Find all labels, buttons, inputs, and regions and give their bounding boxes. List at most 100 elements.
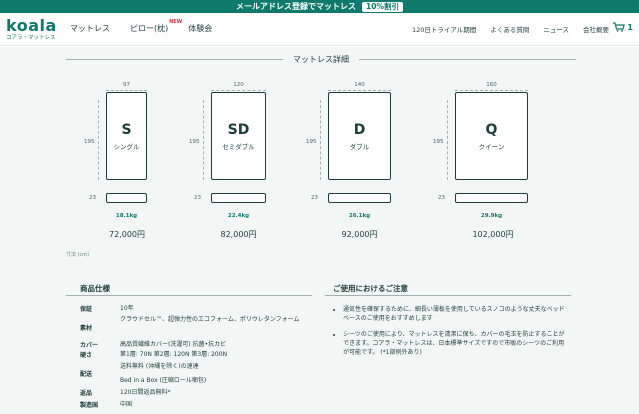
divider bbox=[66, 295, 312, 296]
cart-button[interactable]: 1 bbox=[613, 22, 633, 32]
size-name: クイーン bbox=[478, 142, 505, 151]
price-label: 92,000円 bbox=[341, 230, 378, 239]
dimension-line bbox=[203, 100, 204, 180]
dimension-line bbox=[211, 90, 266, 91]
mattress-thickness bbox=[455, 193, 528, 203]
spec-value: 10年 bbox=[120, 305, 134, 312]
width-dimension: 97 bbox=[106, 82, 147, 92]
section-title: マットレス詳細 bbox=[293, 54, 349, 64]
dimension-line bbox=[98, 100, 99, 180]
spec-row: 硬さ 第1層: 70N 第2層: 120N 第3層: 200N bbox=[80, 350, 335, 359]
size-card-queen: 160 195 Q クイーン 23 29.9kg 102,000円 bbox=[433, 82, 553, 242]
spec-key: 素材 bbox=[80, 325, 93, 332]
weight-label: 22.4kg bbox=[227, 213, 250, 219]
price-label: 82,000円 bbox=[220, 230, 257, 239]
spec-value: Bed in a Box (圧縮ロール梱包) bbox=[120, 377, 207, 384]
mattress-thickness bbox=[106, 193, 147, 203]
spec-key: 硬さ bbox=[80, 352, 93, 359]
length-label: 195 bbox=[306, 139, 317, 145]
nav-item-mattress[interactable]: マットレス bbox=[70, 23, 110, 34]
dimension-line bbox=[106, 90, 147, 91]
width-dimension: 140 bbox=[328, 82, 391, 92]
weight-label: 29.9kg bbox=[480, 213, 503, 219]
size-name: シングル bbox=[113, 142, 140, 151]
dimension-line bbox=[447, 100, 448, 180]
spec-value: 高品質繊維カバー(洗濯可) 抗菌•抗カビ bbox=[120, 341, 227, 348]
dimension-line bbox=[320, 100, 321, 180]
spec-row: 製造国 中国 bbox=[80, 400, 335, 409]
price-label: 72,000円 bbox=[109, 230, 145, 239]
nav-item-news[interactable]: ニュース bbox=[543, 24, 569, 34]
length-label: 195 bbox=[84, 139, 95, 145]
spec-row: 素材 クラウドセル™、超弾力性のエコフォーム、ポリウレタンフォーム bbox=[80, 315, 335, 332]
nav-item-experience[interactable]: 体験会 bbox=[188, 23, 212, 34]
section-heading: マットレス詳細 bbox=[66, 50, 576, 68]
main-nav: マットレス ピロー(枕) NEW 体験会 bbox=[70, 19, 212, 34]
weight-label: 26.1kg bbox=[348, 213, 371, 219]
size-code: D bbox=[353, 121, 366, 138]
nav-item-trial[interactable]: 120日トライアル期間 bbox=[412, 24, 476, 34]
mattress-thickness bbox=[328, 193, 391, 203]
spec-value: 第1層: 70N 第2層: 120N 第3層: 200N bbox=[120, 351, 228, 358]
size-card-double: 140 195 D ダブル 23 26.1kg 92,000円 bbox=[306, 82, 416, 242]
divider bbox=[325, 295, 571, 296]
size-card-single: 97 195 S シングル 23 18.1kg 72,000円 bbox=[84, 82, 164, 242]
length-label: 195 bbox=[433, 139, 444, 145]
height-label: 23 bbox=[311, 195, 318, 201]
width-dimension: 120 bbox=[211, 82, 266, 92]
site-header: koala コアラ・マットレス マットレス ピロー(枕) NEW 体験会 120… bbox=[0, 13, 639, 46]
logo-subtitle: コアラ・マットレス bbox=[6, 35, 56, 41]
size-code: SD bbox=[227, 121, 250, 138]
dimension-line bbox=[455, 90, 528, 91]
width-label: 140 bbox=[354, 82, 365, 88]
size-code: S bbox=[121, 121, 132, 138]
nav-item-pillow[interactable]: ピロー(枕) NEW bbox=[130, 19, 182, 34]
spec-value: クラウドセル™、超弾力性のエコフォーム、ポリウレタンフォーム bbox=[120, 316, 300, 323]
price-label: 102,000円 bbox=[472, 230, 514, 239]
height-label: 23 bbox=[194, 195, 201, 201]
notes-title: ご使用におけるご注意 bbox=[333, 284, 408, 293]
height-label: 23 bbox=[438, 195, 445, 201]
spec-key: カバー bbox=[80, 342, 99, 349]
mattress-shape: Q クイーン bbox=[455, 92, 528, 180]
width-label: 120 bbox=[233, 82, 244, 88]
spec-row: Bed in a Box (圧縮ロール梱包) bbox=[80, 376, 335, 385]
spec-row: 返品 120日間返品無料* bbox=[80, 388, 335, 397]
promo-text: メールアドレス登録でマットレス bbox=[236, 2, 357, 11]
specs-title: 商品仕様 bbox=[80, 284, 110, 293]
new-badge: NEW bbox=[169, 19, 183, 25]
height-label: 23 bbox=[89, 195, 96, 201]
size-name: セミダブル bbox=[222, 142, 255, 151]
dimension-line bbox=[328, 90, 391, 91]
divider bbox=[359, 58, 576, 60]
mattress-shape: S シングル bbox=[106, 92, 147, 180]
mattress-shape: SD セミダブル bbox=[211, 92, 266, 180]
nav-item-faq[interactable]: よくある質問 bbox=[490, 24, 529, 34]
width-dimension: 160 bbox=[455, 82, 528, 92]
size-card-semidouble: 120 195 SD セミダブル 23 22.4kg 82,000円 bbox=[189, 82, 289, 242]
spec-key: 保証 bbox=[80, 306, 93, 313]
spec-key: 製造国 bbox=[80, 402, 99, 409]
promo-banner[interactable]: メールアドレス登録でマットレス 10%割引 bbox=[0, 0, 639, 13]
nav-item-pillow-label: ピロー(枕) bbox=[130, 24, 169, 33]
length-label: 195 bbox=[189, 139, 200, 145]
notes-list: 通気性を確保するために、細長い薄板を使用しているスノコのような丈夫なベッドベース… bbox=[333, 305, 568, 364]
width-label: 97 bbox=[123, 82, 130, 88]
unit-note: 寸法 (cm) bbox=[66, 252, 90, 258]
note-item: 通気性を確保するために、細長い薄板を使用しているスノコのような丈夫なベッドベース… bbox=[343, 305, 568, 323]
nav-item-company[interactable]: 会社概要 bbox=[583, 24, 609, 34]
mattress-shape: D ダブル bbox=[328, 92, 391, 180]
note-item: シーツのご使用により、マットレスを清潔に保ち、カバーの毛玉を防止することができま… bbox=[343, 330, 568, 357]
logo[interactable]: koala コアラ・マットレス bbox=[6, 16, 57, 41]
divider bbox=[66, 58, 283, 60]
spec-row: 保証 10年 bbox=[80, 304, 335, 313]
spec-value: 120日間返品無料* bbox=[120, 389, 171, 396]
spec-row: カバー 高品質繊維カバー(洗濯可) 抗菌•抗カビ bbox=[80, 340, 335, 349]
cart-icon bbox=[613, 22, 626, 32]
promo-discount-badge: 10%割引 bbox=[362, 1, 403, 12]
spec-key: 返品 bbox=[80, 390, 93, 397]
mattress-thickness bbox=[211, 193, 266, 203]
spec-value: 中国 bbox=[120, 401, 133, 408]
width-label: 160 bbox=[486, 82, 497, 88]
spec-key bbox=[80, 376, 120, 385]
